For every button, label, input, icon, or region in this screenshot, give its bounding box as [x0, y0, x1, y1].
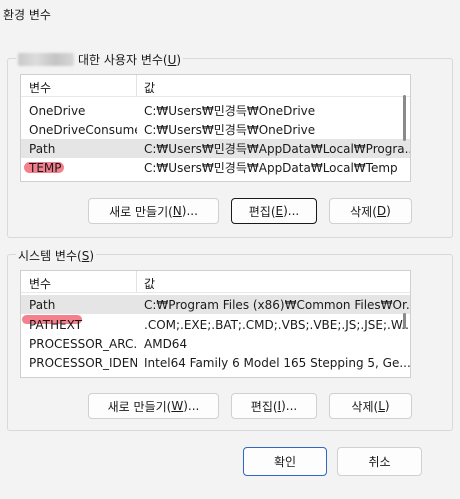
user-variables-label: 대한 사용자 변수(U)	[16, 51, 184, 68]
user-delete-button[interactable]: 삭제(D)	[329, 198, 412, 224]
list-item[interactable]: TEMP C:₩Users₩민경득₩AppData₩Local₩Temp	[21, 158, 410, 177]
variable-name: PROCESSOR_ARC...	[29, 336, 137, 351]
variable-name: OneDriveConsumer	[29, 122, 137, 137]
list-item-selected[interactable]: Path C:₩Users₩민경득₩AppData₩Local₩Progra..…	[21, 139, 410, 158]
variable-value: .COM;.EXE;.BAT;.CMD;.VBS;.VBE;.JS;.JSE;.…	[144, 317, 410, 332]
blurred-username	[18, 53, 74, 66]
variable-name: OneDrive	[29, 103, 86, 118]
user-edit-button[interactable]: 편집(E)...	[231, 198, 317, 224]
list-header: 변수 값	[21, 271, 410, 293]
variable-name: Path	[29, 141, 56, 156]
system-new-button[interactable]: 새로 만들기(W)...	[88, 393, 219, 419]
system-delete-button[interactable]: 삭제(L)	[329, 393, 412, 419]
variable-name: Path	[29, 297, 56, 312]
variable-value: C:₩Program Files (x86)₩Common Files₩Or..…	[144, 297, 410, 312]
user-new-button[interactable]: 새로 만들기(N)...	[88, 198, 219, 224]
user-variables-list[interactable]: 변수 값 OneDrive C:₩Users₩민경득₩OneDrive OneD…	[20, 74, 411, 182]
variable-name: PROCESSOR_IDEN...	[29, 355, 137, 370]
list-item[interactable]: PATHEXT .COM;.EXE;.BAT;.CMD;.VBS;.VBE;.J…	[21, 315, 410, 334]
list-item[interactable]: PROCESSOR_ARC... AMD64	[21, 334, 410, 353]
cancel-button[interactable]: 취소	[337, 447, 422, 476]
variable-value: C:₩Users₩민경득₩AppData₩Local₩Progra...	[144, 142, 410, 156]
column-header-value[interactable]: 값	[137, 271, 410, 292]
variable-value: C:₩Users₩민경득₩AppData₩Local₩Temp	[144, 161, 398, 175]
ok-button[interactable]: 확인	[243, 447, 327, 476]
variable-value: C:₩Users₩민경득₩OneDrive	[144, 104, 316, 118]
column-header-variable[interactable]: 변수	[21, 75, 137, 96]
variable-value: Intel64 Family 6 Model 165 Stepping 5, G…	[144, 355, 410, 370]
system-variables-label: 시스템 변수(S)	[16, 247, 97, 264]
variable-name: PATHEXT	[29, 317, 83, 332]
vertical-scrollbar[interactable]	[403, 313, 406, 329]
list-item[interactable]: OneDrive C:₩Users₩민경득₩OneDrive	[21, 101, 410, 120]
vertical-scrollbar[interactable]	[403, 95, 406, 141]
system-variables-list[interactable]: 변수 값 Path C:₩Program Files (x86)₩Common …	[20, 270, 411, 378]
column-header-variable[interactable]: 변수	[21, 271, 137, 292]
window-title: 환경 변수	[3, 8, 51, 22]
list-item[interactable]: OneDriveConsumer C:₩Users₩민경득₩OneDrive	[21, 120, 410, 139]
system-edit-button[interactable]: 편집(I)...	[231, 393, 317, 419]
list-header: 변수 값	[21, 75, 410, 97]
list-item[interactable]: PROCESSOR_IDEN... Intel64 Family 6 Model…	[21, 353, 410, 372]
list-item-selected[interactable]: Path C:₩Program Files (x86)₩Common Files…	[21, 295, 410, 314]
variable-value: AMD64	[144, 336, 188, 351]
column-header-value[interactable]: 값	[137, 75, 410, 96]
variable-value: C:₩Users₩민경득₩OneDrive	[144, 123, 316, 137]
variable-name: TEMP	[29, 160, 62, 175]
